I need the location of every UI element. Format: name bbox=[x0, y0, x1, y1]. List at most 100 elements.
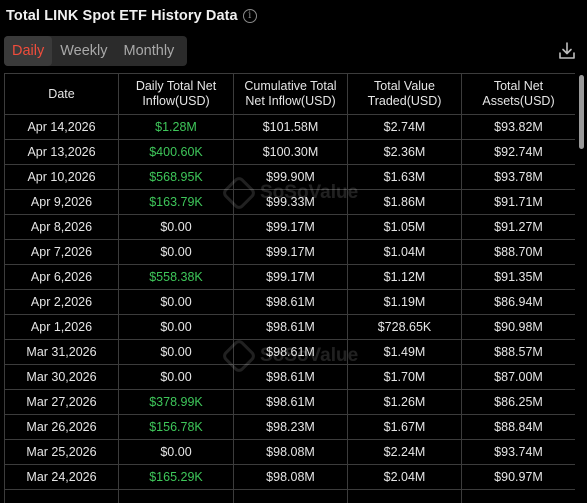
table-row: Mar 30,2026 $0.00 $98.61M $1.70M $87.00M bbox=[4, 364, 575, 390]
table-cell: $99.17M bbox=[233, 264, 348, 290]
table-cell: Apr 7,2026 bbox=[4, 239, 119, 265]
column-header: Date bbox=[4, 73, 119, 115]
table-cell: Mar 31,2026 bbox=[4, 339, 119, 365]
table-cell: $378.99K bbox=[118, 389, 234, 415]
column-header: Total Net Assets(USD) bbox=[461, 73, 575, 115]
table-cell: $1.28M bbox=[118, 114, 234, 140]
table-cell: $91.27M bbox=[461, 214, 575, 240]
etf-history-table: Date Daily Total Net Inflow(USD) Cumulative… bbox=[4, 73, 575, 503]
tab-monthly[interactable]: Monthly bbox=[116, 36, 183, 66]
table-cell: $1.19M bbox=[347, 289, 462, 315]
table-cell: Mar 27,2026 bbox=[4, 389, 119, 415]
table-header-row: Date Daily Total Net Inflow(USD) Cumulative… bbox=[4, 73, 575, 115]
table-row: Apr 9,2026 $163.79K $99.33M $1.86M $91.71M bbox=[4, 189, 575, 215]
download-icon[interactable] bbox=[557, 41, 577, 61]
table-cell: Mar 30,2026 bbox=[4, 364, 119, 390]
table-cell bbox=[461, 489, 575, 503]
table-cell: $165.29K bbox=[118, 464, 234, 490]
table-cell: $93.82M bbox=[461, 114, 575, 140]
table-cell: $98.61M bbox=[233, 289, 348, 315]
table-cell: $98.08M bbox=[233, 464, 348, 490]
table-row: Apr 7,2026 $0.00 $99.17M $1.04M $88.70M bbox=[4, 239, 575, 265]
table-cell: $98.08M bbox=[233, 439, 348, 465]
table-row: Apr 10,2026 $568.95K $99.90M $1.63M $93.78M bbox=[4, 164, 575, 190]
table-cell: $400.60K bbox=[118, 139, 234, 165]
table-cell: $1.67M bbox=[347, 414, 462, 440]
table-cell bbox=[347, 489, 462, 503]
table-cell: $93.74M bbox=[461, 439, 575, 465]
table-row: Mar 27,2026 $378.99K $98.61M $1.26M $86.25M bbox=[4, 389, 575, 415]
column-header: Cumulative Total Net Inflow(USD) bbox=[233, 73, 348, 115]
table-cell: $98.61M bbox=[233, 339, 348, 365]
table-cell: $99.17M bbox=[233, 239, 348, 265]
table-cell: $98.23M bbox=[233, 414, 348, 440]
table-cell: $0.00 bbox=[118, 214, 234, 240]
table-cell: Apr 6,2026 bbox=[4, 264, 119, 290]
table-row: Apr 6,2026 $558.38K $99.17M $1.12M $91.35M bbox=[4, 264, 575, 290]
column-header: Daily Total Net Inflow(USD) bbox=[118, 73, 234, 115]
table-cell: $99.17M bbox=[233, 214, 348, 240]
header: Total LINK Spot ETF History Data i bbox=[6, 6, 257, 26]
scrollbar-thumb[interactable] bbox=[579, 75, 584, 149]
table-cell: $0.00 bbox=[118, 439, 234, 465]
table-cell: $1.05M bbox=[347, 214, 462, 240]
table-row: Apr 14,2026 $1.28M $101.58M $2.74M $93.82M bbox=[4, 114, 575, 140]
table-row: Mar 24,2026 $165.29K $98.08M $2.04M $90.97M bbox=[4, 464, 575, 490]
table-cell: Mar 26,2026 bbox=[4, 414, 119, 440]
table-cell: $558.38K bbox=[118, 264, 234, 290]
table-cell: $99.33M bbox=[233, 189, 348, 215]
column-header: Total Value Traded(USD) bbox=[347, 73, 462, 115]
table-row: Mar 31,2026 $0.00 $98.61M $1.49M $88.57M bbox=[4, 339, 575, 365]
table-cell: $90.97M bbox=[461, 464, 575, 490]
table-cell: $0.00 bbox=[118, 339, 234, 365]
table-cell: $91.35M bbox=[461, 264, 575, 290]
table-cell: $1.70M bbox=[347, 364, 462, 390]
table-cell: $99.90M bbox=[233, 164, 348, 190]
table-cell: $98.61M bbox=[233, 389, 348, 415]
info-icon[interactable]: i bbox=[242, 9, 257, 23]
table-cell: $0.00 bbox=[118, 364, 234, 390]
table-scrollbar[interactable] bbox=[577, 73, 587, 503]
table-cell bbox=[233, 489, 348, 503]
table-cell: $98.61M bbox=[233, 364, 348, 390]
table-body: Apr 14,2026 $1.28M $101.58M $2.74M $93.82M Ap… bbox=[4, 114, 575, 503]
table-row: Apr 8,2026 $0.00 $99.17M $1.05M $91.27M bbox=[4, 214, 575, 240]
table-cell: $1.86M bbox=[347, 189, 462, 215]
table-cell: $88.70M bbox=[461, 239, 575, 265]
table-cell: $0.00 bbox=[118, 239, 234, 265]
table-cell: $2.04M bbox=[347, 464, 462, 490]
table-cell: $1.49M bbox=[347, 339, 462, 365]
table-cell: Apr 1,2026 bbox=[4, 314, 119, 340]
table-cell: $568.95K bbox=[118, 164, 234, 190]
table-cell: Mar 24,2026 bbox=[4, 464, 119, 490]
table-cell: $1.63M bbox=[347, 164, 462, 190]
table-cell: $98.61M bbox=[233, 314, 348, 340]
table-cell: $90.98M bbox=[461, 314, 575, 340]
table-cell: Apr 9,2026 bbox=[4, 189, 119, 215]
table-row: Apr 1,2026 $0.00 $98.61M $728.65K $90.98M bbox=[4, 314, 575, 340]
page-title: Total LINK Spot ETF History Data bbox=[6, 8, 238, 24]
table-cell: $86.25M bbox=[461, 389, 575, 415]
table-cell: $0.00 bbox=[118, 289, 234, 315]
table-cell: $86.94M bbox=[461, 289, 575, 315]
table-row: Mar 25,2026 $0.00 $98.08M $2.24M $93.74M bbox=[4, 439, 575, 465]
table-row: Apr 2,2026 $0.00 $98.61M $1.19M $86.94M bbox=[4, 289, 575, 315]
etf-history-table-container[interactable]: Date Daily Total Net Inflow(USD) Cumulative… bbox=[4, 73, 575, 503]
table-cell: $156.78K bbox=[118, 414, 234, 440]
table-cell: $1.04M bbox=[347, 239, 462, 265]
table-cell: $101.58M bbox=[233, 114, 348, 140]
table-cell: $0.00 bbox=[118, 314, 234, 340]
table-cell: $163.79K bbox=[118, 189, 234, 215]
table-cell bbox=[118, 489, 234, 503]
table-row bbox=[4, 489, 575, 503]
table-cell bbox=[4, 489, 119, 503]
table-cell: $2.74M bbox=[347, 114, 462, 140]
tab-weekly[interactable]: Weekly bbox=[52, 36, 115, 66]
table-cell: Apr 13,2026 bbox=[4, 139, 119, 165]
table-cell: Apr 10,2026 bbox=[4, 164, 119, 190]
tab-daily[interactable]: Daily bbox=[4, 36, 53, 66]
table-cell: $728.65K bbox=[347, 314, 462, 340]
table-row: Apr 13,2026 $400.60K $100.30M $2.36M $92.74M bbox=[4, 139, 575, 165]
table-cell: $2.36M bbox=[347, 139, 462, 165]
table-cell: $92.74M bbox=[461, 139, 575, 165]
